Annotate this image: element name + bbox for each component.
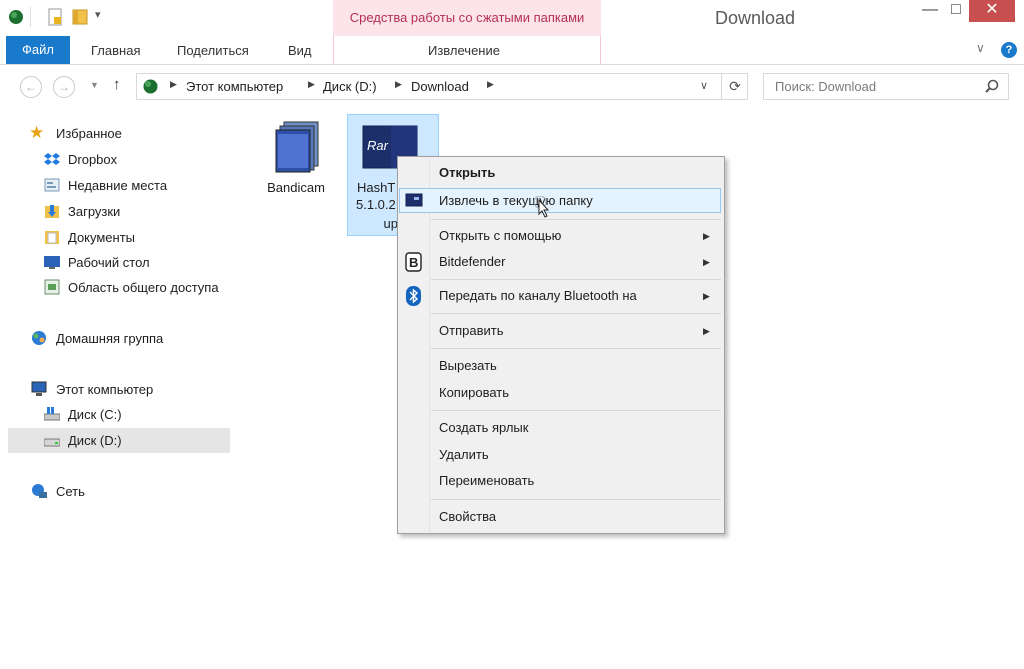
menu-item-cut[interactable]: Вырезать xyxy=(439,358,497,373)
documents-folder-icon xyxy=(45,231,59,244)
menu-item-properties[interactable]: Свойства xyxy=(439,509,496,524)
nav-dropbox[interactable]: Dropbox xyxy=(68,149,117,171)
window-title: Download xyxy=(714,8,796,28)
search-placeholder[interactable]: Поиск: Download xyxy=(775,79,876,94)
archive-extract-icon xyxy=(405,193,423,207)
menu-item-bluetooth[interactable]: Передать по каналу Bluetooth на xyxy=(439,288,637,303)
computer-icon xyxy=(31,381,47,396)
menu-item-send-to[interactable]: Отправить xyxy=(439,323,503,338)
address-dropdown-icon[interactable]: ∨ xyxy=(700,79,708,92)
breadcrumb-separator[interactable]: ▶ xyxy=(170,79,177,90)
nav-recent-places[interactable]: Недавние места xyxy=(68,175,167,197)
bluetooth-icon xyxy=(406,286,421,306)
search-icon[interactable] xyxy=(985,79,999,93)
nav-documents[interactable]: Документы xyxy=(68,227,135,249)
menu-item-create-shortcut[interactable]: Создать ярлык xyxy=(439,420,528,435)
star-icon: ★ xyxy=(29,123,45,142)
tab-extract[interactable]: Извлечение xyxy=(428,36,500,64)
new-folder-icon[interactable] xyxy=(72,8,88,26)
drive-d-icon xyxy=(44,438,60,447)
breadcrumb-download[interactable]: Download xyxy=(411,79,469,94)
nav-this-computer[interactable]: Этот компьютер xyxy=(56,379,153,401)
breadcrumb-drive-d[interactable]: Диск (D:) xyxy=(323,79,377,94)
nav-public-area[interactable]: Область общего доступа xyxy=(68,277,230,299)
submenu-arrow-icon: ▶ xyxy=(703,231,710,241)
tab-share[interactable]: Поделиться xyxy=(177,36,249,64)
up-button[interactable]: ↑ xyxy=(113,76,121,93)
menu-separator xyxy=(431,219,721,220)
help-button[interactable]: ? xyxy=(1001,42,1017,58)
breadcrumb-separator[interactable]: ▶ xyxy=(487,79,494,90)
nav-network[interactable]: Сеть xyxy=(56,481,85,503)
nav-desktop[interactable]: Рабочий стол xyxy=(68,252,150,274)
nav-drive-d[interactable]: Диск (D:) xyxy=(68,430,122,452)
expand-ribbon-icon[interactable]: ∨ xyxy=(976,41,985,55)
menu-item-bitdefender[interactable]: Bitdefender xyxy=(439,254,506,269)
menu-separator xyxy=(431,410,721,411)
context-tool-group: Средства работы со сжатыми папками xyxy=(333,0,601,36)
file-label-bandicam[interactable]: Bandicam xyxy=(256,180,336,195)
file-label-hashtab-line2[interactable]: 5.1.0.2 xyxy=(350,197,404,212)
nav-homegroup[interactable]: Домашняя группа xyxy=(56,328,163,350)
menu-separator xyxy=(431,279,721,280)
drive-c-icon xyxy=(44,407,60,421)
nav-drive-c[interactable]: Диск (C:) xyxy=(68,404,122,426)
context-menu-gutter xyxy=(429,158,430,532)
submenu-arrow-icon: ▶ xyxy=(703,326,710,336)
recent-locations-icon[interactable]: ▼ xyxy=(90,80,99,90)
desktop-icon xyxy=(44,256,60,269)
submenu-arrow-icon: ▶ xyxy=(703,291,710,301)
menu-item-rename[interactable]: Переименовать xyxy=(439,473,534,488)
svg-text:B: B xyxy=(409,255,418,270)
homegroup-icon xyxy=(32,331,46,345)
menu-separator xyxy=(431,499,721,500)
public-folder-icon xyxy=(44,279,60,295)
close-button[interactable]: ✕ xyxy=(969,0,1015,22)
maximize-button[interactable]: □ xyxy=(943,0,969,22)
tab-home[interactable]: Главная xyxy=(91,36,140,64)
submenu-arrow-icon: ▶ xyxy=(703,257,710,267)
refresh-button[interactable]: ⟳ xyxy=(721,73,748,100)
recent-places-icon xyxy=(44,178,60,192)
back-button[interactable]: ← xyxy=(20,76,42,98)
menu-item-extract-here[interactable]: Извлечь в текущую папку xyxy=(439,193,593,208)
menu-separator xyxy=(431,348,721,349)
nav-favorites[interactable]: Избранное xyxy=(56,123,122,145)
tab-view[interactable]: Вид xyxy=(288,36,312,64)
tab-file[interactable]: Файл xyxy=(6,36,70,64)
app-icon[interactable] xyxy=(7,8,25,26)
bandicam-stack-icon[interactable] xyxy=(274,120,322,174)
customize-qat-icon[interactable]: ▾ xyxy=(95,8,101,21)
menu-item-open[interactable]: Открыть xyxy=(439,165,495,180)
menu-item-open-with[interactable]: Открыть с помощью xyxy=(439,228,561,243)
computer-location-icon xyxy=(143,79,158,94)
dropbox-icon xyxy=(44,153,60,165)
bitdefender-icon: B xyxy=(405,252,422,272)
file-label-hashtab-line3[interactable]: up xyxy=(350,216,400,231)
breadcrumb-computer[interactable]: Этот компьютер xyxy=(186,79,283,94)
menu-item-delete[interactable]: Удалить xyxy=(439,447,489,462)
forward-button[interactable]: → xyxy=(53,76,75,98)
minimize-button[interactable]: — xyxy=(917,0,943,22)
network-icon xyxy=(32,484,47,498)
downloads-folder-icon xyxy=(45,205,59,218)
menu-item-copy[interactable]: Копировать xyxy=(439,385,509,400)
breadcrumb-separator[interactable]: ▶ xyxy=(308,79,315,90)
properties-icon[interactable] xyxy=(48,8,62,26)
menu-separator xyxy=(431,313,721,314)
rar-icon-text: Rar xyxy=(367,138,389,153)
breadcrumb-separator[interactable]: ▶ xyxy=(395,79,402,90)
quick-access-divider xyxy=(30,7,31,27)
nav-downloads[interactable]: Загрузки xyxy=(68,201,120,223)
